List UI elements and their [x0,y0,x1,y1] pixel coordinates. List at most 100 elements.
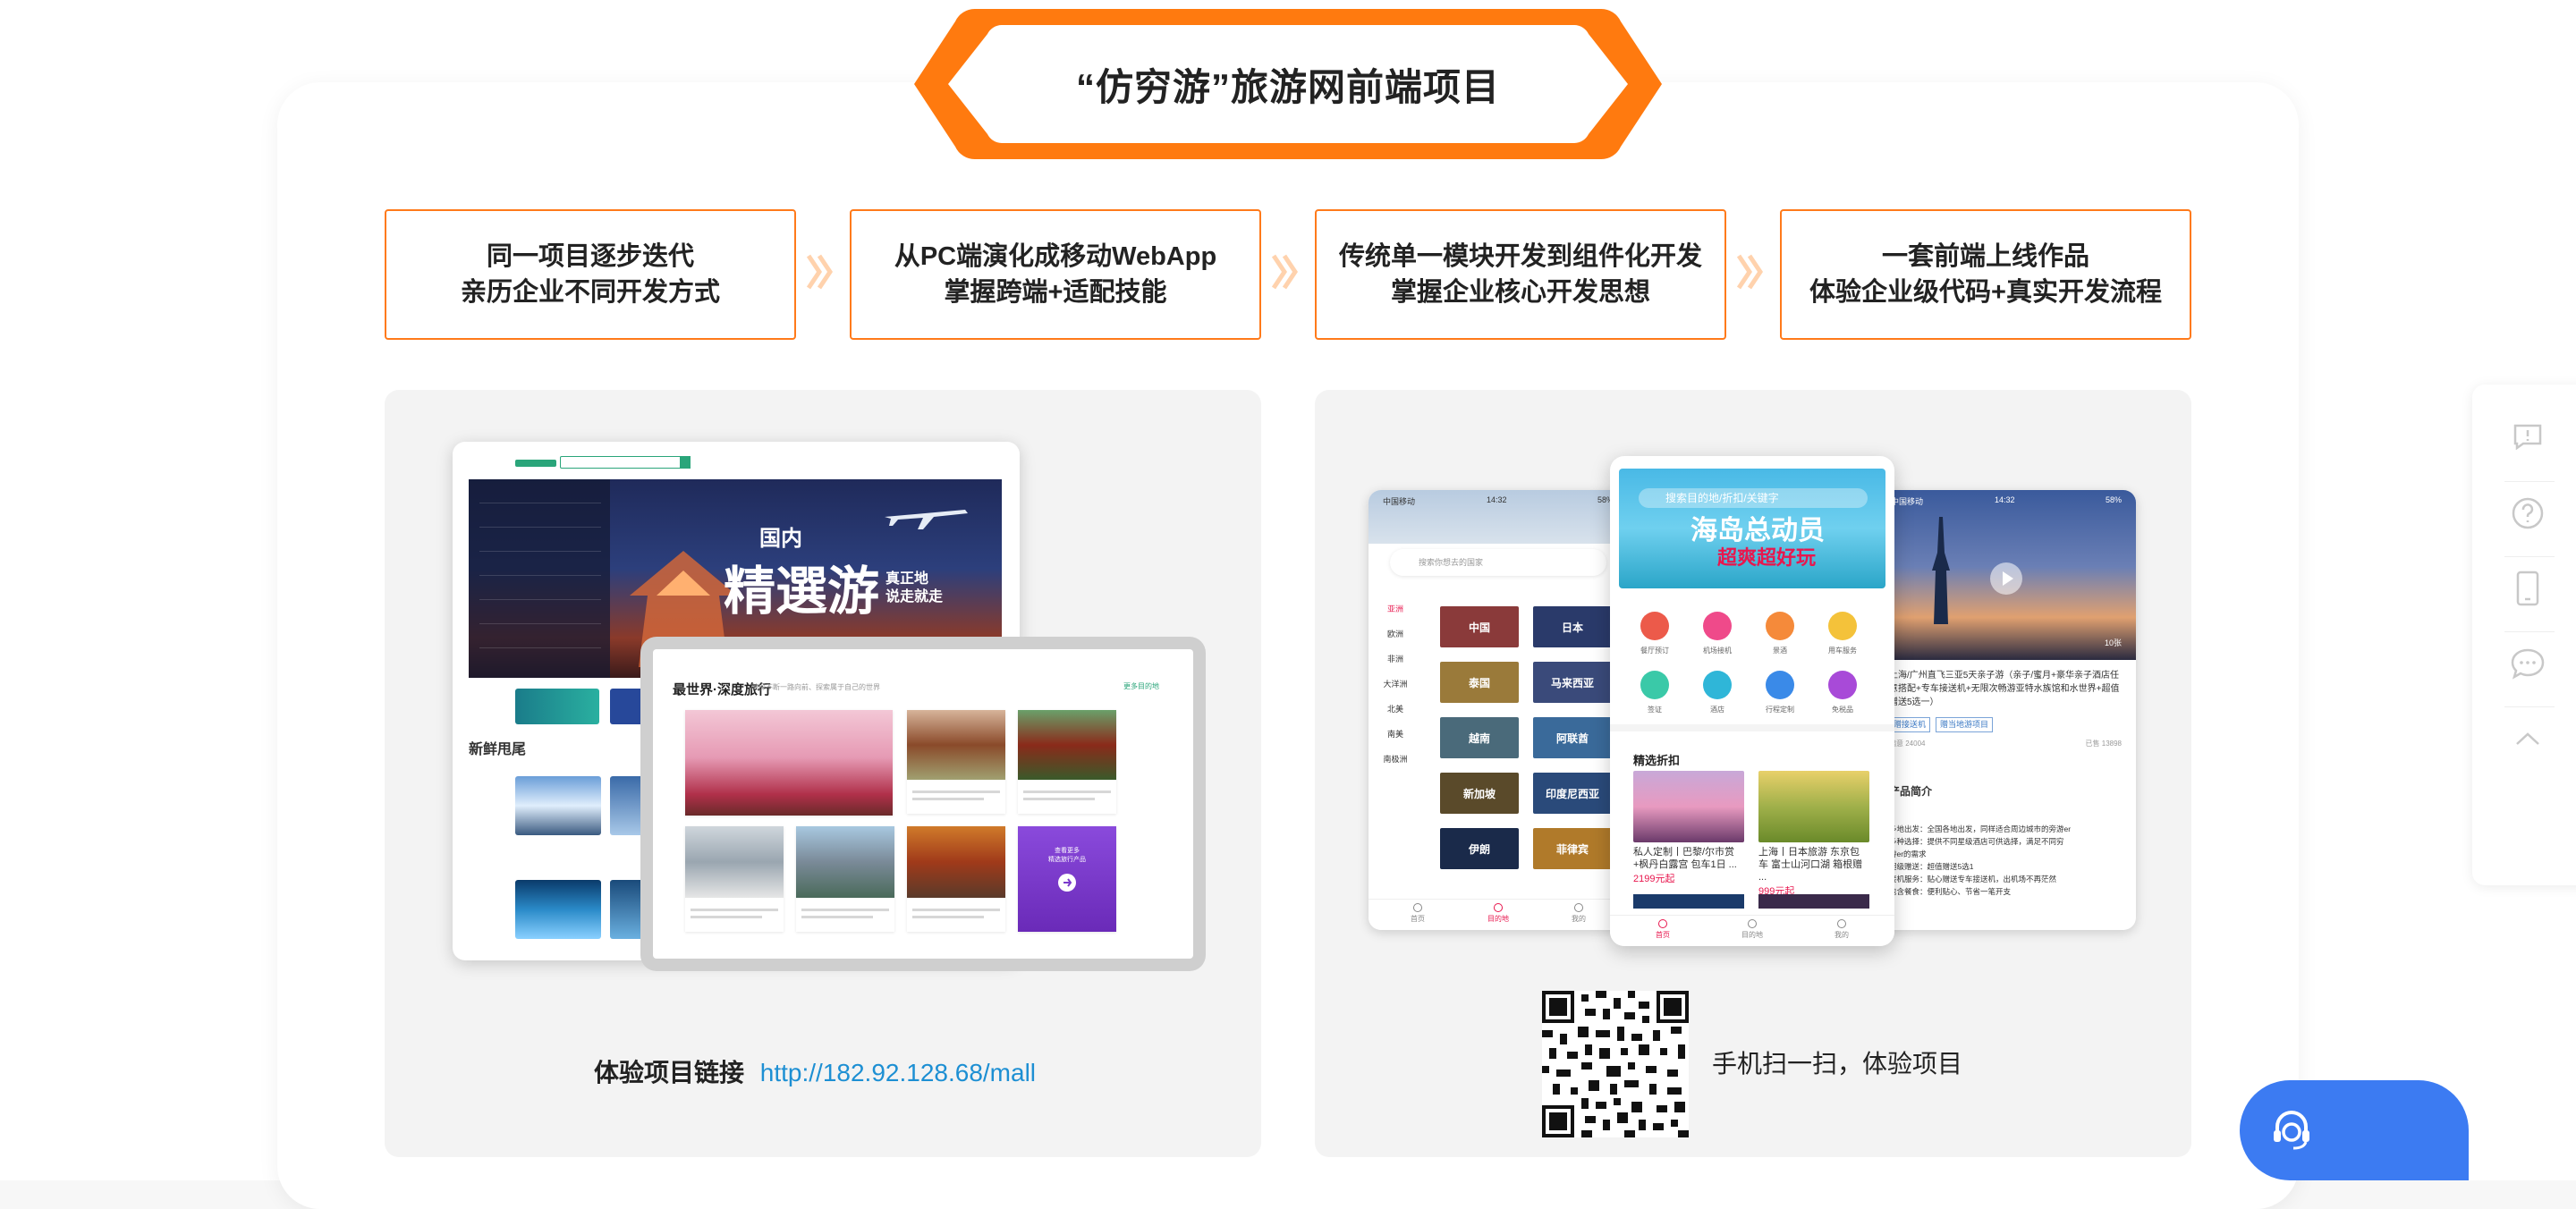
destination-card[interactable] [907,710,1005,814]
mobile-icon[interactable] [2504,565,2551,612]
island-banner[interactable]: 搜索目的地/折扣/关键字 海岛总动员 超爽超好玩 [1619,469,1885,588]
category-label: 签证 [1648,706,1662,714]
hero-side-text: 真正地 说走就走 [886,571,943,606]
destination-card[interactable] [685,826,784,932]
category-label: 免税品 [1832,706,1853,714]
tab-mine[interactable]: 我的 [1561,914,1597,924]
tablet-more-link[interactable]: 更多目的地 [1123,681,1159,691]
destination-card[interactable] [796,826,894,932]
status-battery: 58% [2105,495,2122,504]
help-icon[interactable] [2504,490,2551,537]
region-item[interactable]: 亚洲 [1377,603,1413,614]
pc-search-icon [680,456,691,469]
tablet-screen: 最世界·深度旅行 随探不断一路向前、探索属于自己的世界 更多目的地 查看更多 精… [653,649,1193,959]
status-time: 14:32 [1995,495,2015,504]
feature-box-2: 从PC端演化成移动WebApp 掌握跨端+适配技能 [850,209,1261,340]
deal-price: 2199元起 [1633,874,1675,884]
country-tile[interactable]: 伊朗 [1440,828,1519,869]
itinerary-icon[interactable] [1766,671,1794,699]
category-label: 行程定制 [1766,706,1794,714]
product-title: 上海/广州直飞三亚5天亲子游（亲子/蜜月+豪华亲子酒店任意搭配+专车接送机+无限… [1889,671,2120,707]
chat-bubble-icon[interactable] [2504,640,2551,687]
toolbar-divider [2504,556,2555,557]
hero-side-line: 真正地 [886,571,929,587]
country-tile[interactable]: 新加坡 [1440,773,1519,814]
tab-home[interactable]: 首页 [1645,930,1681,940]
user-icon [1837,919,1846,928]
car-icon[interactable] [1828,612,1857,640]
banner-subtitle: 超爽超好玩 [1717,546,1817,569]
phone-destination-screen: 中国移动 14:32 58% 搜索你想去的国家 亚洲 欧洲 非洲 大洋洲 北美 … [1368,490,1628,930]
region-item[interactable]: 大洋洲 [1377,678,1413,689]
country-tile[interactable]: 菲律宾 [1533,828,1612,869]
hotel-icon[interactable] [1703,671,1732,699]
hero-title: 精選游 [724,562,880,621]
home-icon [1413,903,1422,912]
country-tile[interactable]: 中国 [1440,606,1519,647]
chevron-right-icon [1272,254,1299,290]
trip-thumb [515,776,601,835]
country-tile[interactable]: 马来西亚 [1533,662,1612,703]
country-tile[interactable]: 日本 [1533,606,1612,647]
deal-card[interactable]: 私人定制丨巴黎/尔市赏+枫丹白露宫 包车1日 ... 2199元起 [1633,771,1744,885]
tab-bar: 首页 目的地 我的 [1368,899,1628,930]
demo-link-url[interactable]: http://182.92.128.68/mall [760,1059,1036,1086]
phone-detail-screen: 10张 中国移动 14:32 58% 上海/广州直飞三亚5天亲子游（亲子/蜜月+… [1877,490,2136,930]
country-tile[interactable]: 泰国 [1440,662,1519,703]
region-item[interactable]: 北美 [1377,703,1413,714]
tab-home[interactable]: 首页 [1400,914,1436,924]
category-label: 机场接机 [1703,647,1732,655]
deal-card[interactable]: 上海丨日本旅游 东京包车 富士山河口湖 箱根赠 ... 999元起 [1758,771,1869,898]
tab-mine[interactable]: 我的 [1824,930,1860,940]
country-search-input[interactable]: 搜索你想去的国家 [1390,549,1606,576]
tag-pickup: 赠接送机 [1889,717,1931,732]
intro-list: 多地出发：全国各地出发，同样适合周边城市的旁游er 多种选择：提供不同星级酒店可… [1889,823,2122,898]
demo-link-label: 体验项目链接 [594,1059,745,1086]
feedback-icon[interactable] [2504,413,2551,460]
deal-image [1633,771,1744,842]
region-item[interactable]: 南极洲 [1377,753,1413,765]
airplane-image [885,510,968,529]
play-icon[interactable] [1989,562,2023,596]
destination-card[interactable] [685,710,893,816]
deals-section-title: 精选折扣 [1633,754,1681,767]
tab-destination[interactable]: 目的地 [1734,930,1770,940]
back-to-top-icon[interactable] [2504,715,2551,762]
intro-heading: 产品简介 [1889,785,1933,798]
phone-home-screen: 搜索目的地/折扣/关键字 海岛总动员 超爽超好玩 餐厅预订 机场接机 景酒 用车… [1610,456,1894,946]
tablet-section-subtitle: 随探不断一路向前、探索属于自己的世界 [751,683,880,691]
country-tile[interactable]: 阿联酋 [1533,717,1612,758]
category-label: 景酒 [1773,647,1787,655]
deal-image [1633,894,1744,909]
status-time: 14:32 [1487,495,1507,504]
status-bar: 中国移动 14:32 58% [1877,490,2136,510]
visa-icon[interactable] [1640,671,1669,699]
duty-free-icon[interactable] [1828,671,1857,699]
region-item[interactable]: 欧洲 [1377,628,1413,639]
trip-thumb [515,880,601,939]
more-products-card[interactable]: 查看更多 精选旅行产品 [1018,826,1116,932]
country-tile[interactable]: 越南 [1440,717,1519,758]
intro-line: 接机服务：贴心赠送专车接送机，出机场不再茫然 [1889,875,2057,884]
status-carrier: 中国移动 [1891,497,1924,506]
tab-bar: 首页 目的地 我的 [1610,915,1894,946]
feature-line: 同一项目逐步迭代 [486,242,694,271]
promo-line: 精选旅行产品 [1048,857,1086,863]
intro-line: 游er的需求 [1889,850,1927,858]
category-label: 餐厅预订 [1640,647,1669,655]
hero-side-line: 说走就走 [886,589,944,604]
airport-icon[interactable] [1703,612,1732,640]
hotel-package-icon[interactable] [1766,612,1794,640]
destination-card[interactable] [1018,710,1116,814]
tab-destination[interactable]: 目的地 [1480,914,1516,924]
home-search-input[interactable]: 搜索目的地/折扣/关键字 [1639,488,1868,508]
feature-line: 掌握跨端+适配技能 [944,278,1167,307]
customer-service-button[interactable] [2240,1080,2469,1180]
location-icon [1748,919,1757,928]
destination-card[interactable] [907,826,1005,932]
country-tile[interactable]: 印度尼西亚 [1533,773,1612,814]
restaurant-icon[interactable] [1640,612,1669,640]
status-bar: 中国移动 14:32 58% [1368,490,1628,510]
region-item[interactable]: 非洲 [1377,653,1413,664]
region-item[interactable]: 南美 [1377,728,1413,740]
